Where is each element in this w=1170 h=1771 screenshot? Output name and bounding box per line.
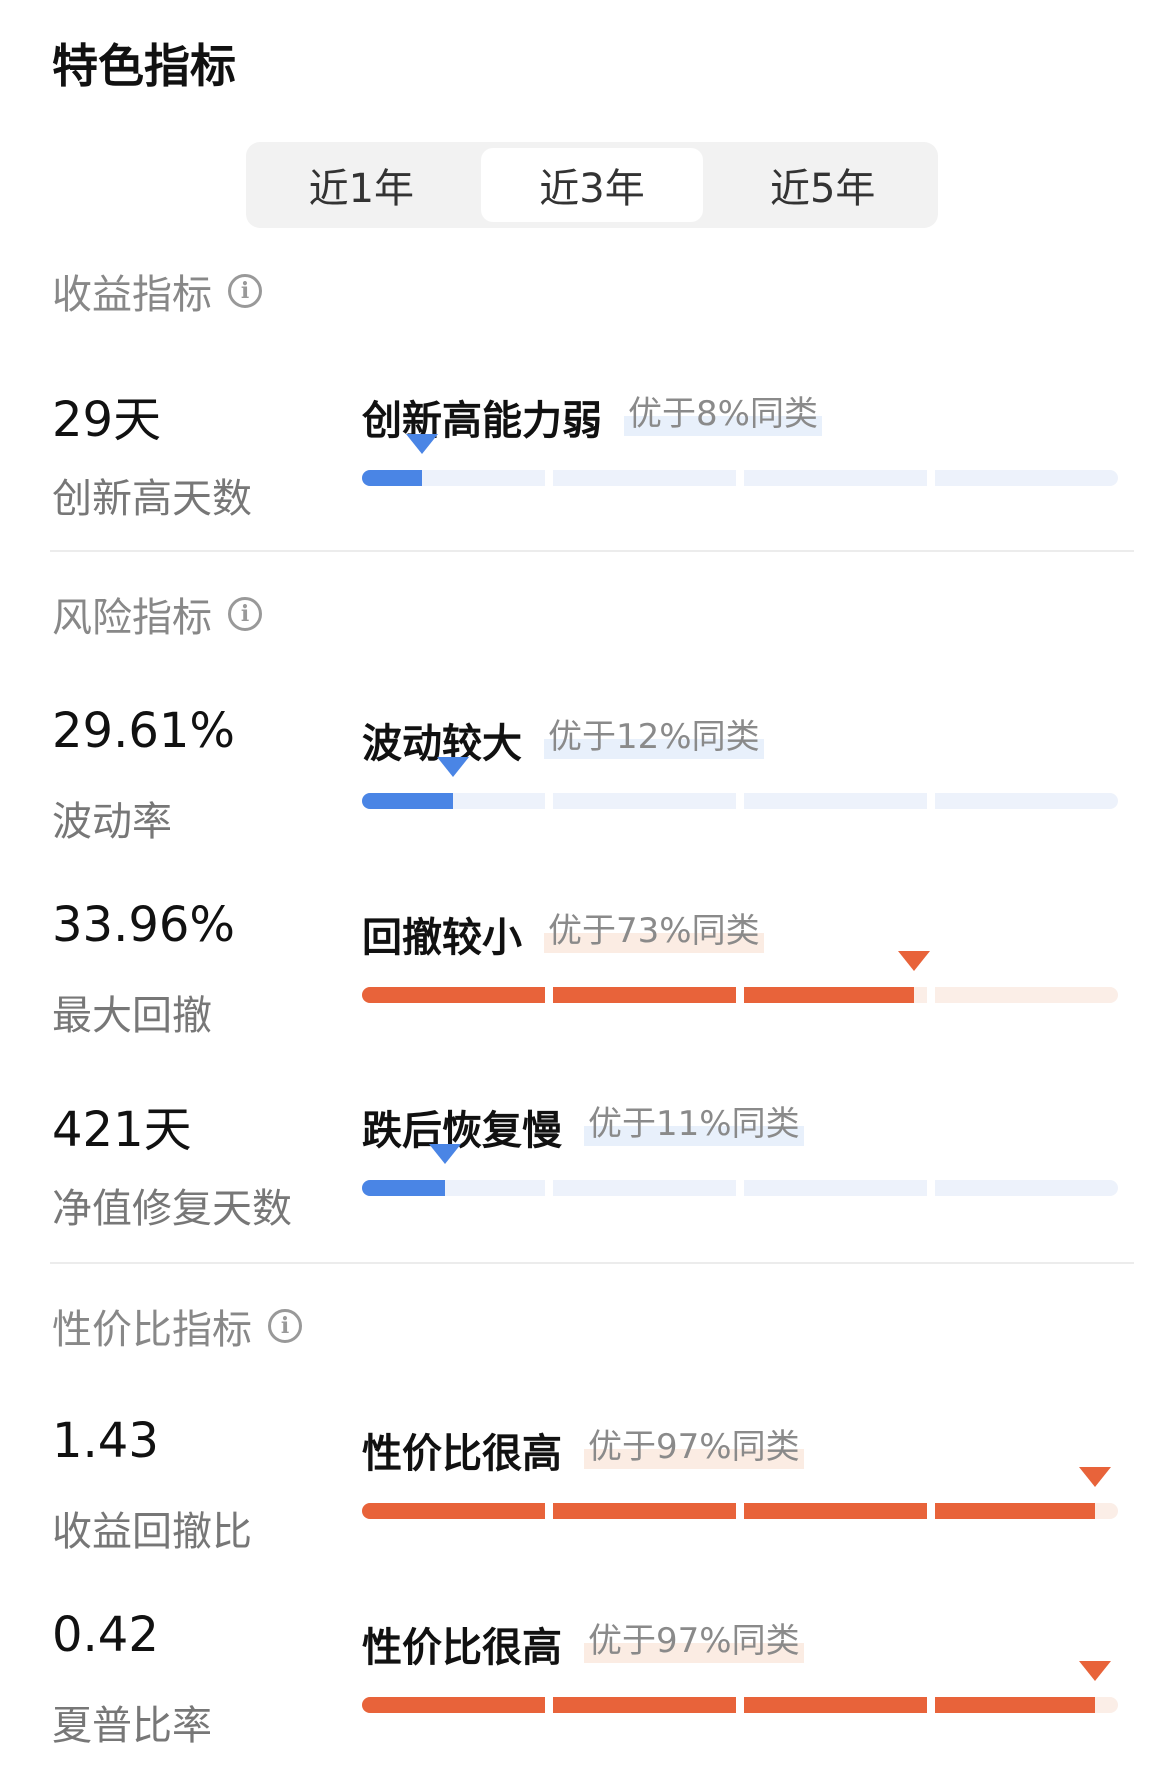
percentile-badge: 优于12%同类: [544, 715, 764, 759]
tab-5-year[interactable]: 近5年: [711, 148, 934, 222]
bar-segment: [553, 793, 736, 809]
bar-fill: [744, 987, 914, 1003]
bar-segment: [744, 793, 927, 809]
metric-label: 收益回撤比: [52, 1509, 252, 1555]
metric-label: 波动率: [52, 799, 172, 845]
percentile-marker-icon: [436, 757, 469, 777]
bar-segment: [744, 1503, 927, 1519]
bar-segment: [362, 1697, 545, 1713]
section-title: 风险指标: [52, 595, 212, 641]
bar-fill: [553, 1697, 736, 1713]
bar-fill: [362, 987, 545, 1003]
bar-fill: [935, 1503, 1096, 1519]
metric-value: 1.43: [52, 1413, 159, 1469]
section-value-header: 性价比指标 i: [52, 1297, 302, 1355]
page-title: 特色指标: [52, 39, 236, 93]
info-icon[interactable]: i: [228, 597, 262, 631]
metric-row: 29.61% 波动率 波动较大 优于12%同类: [0, 703, 1170, 853]
metric-row: 29天 创新高天数 创新高能力弱 优于8%同类: [0, 380, 1170, 530]
metric-value: 29.61%: [52, 703, 236, 759]
percentile-bar: [362, 757, 1118, 809]
bar-segment: [935, 1697, 1118, 1713]
metric-value: 33.96%: [52, 897, 236, 953]
percentile-marker-icon: [1079, 1467, 1112, 1487]
percentile-marker-icon: [1079, 1661, 1112, 1681]
percentile-marker-icon: [897, 951, 930, 971]
divider: [50, 550, 1134, 552]
info-icon[interactable]: i: [268, 1309, 302, 1343]
tab-3-year[interactable]: 近3年: [480, 148, 704, 222]
bar-segment: [553, 1180, 736, 1196]
percentile-badge: 优于73%同类: [544, 909, 764, 953]
bar-segment: [935, 470, 1118, 486]
metric-label: 夏普比率: [52, 1703, 212, 1749]
divider: [50, 1262, 1134, 1264]
metric-value: 0.42: [52, 1607, 159, 1663]
metric-label: 净值修复天数: [52, 1186, 292, 1232]
bar-fill: [935, 1697, 1096, 1713]
metric-value: 29天: [52, 392, 162, 448]
bar-segment: [553, 470, 736, 486]
tab-1-year[interactable]: 近1年: [250, 148, 473, 222]
bar-fill: [744, 1697, 927, 1713]
bar-segment: [935, 793, 1118, 809]
bar-segment: [553, 1503, 736, 1519]
percentile-badge: 优于97%同类: [584, 1619, 804, 1663]
bar-segment: [362, 987, 545, 1003]
section-risk-header: 风险指标 i: [52, 585, 262, 643]
bar-segment: [744, 470, 927, 486]
bar-fill: [362, 1503, 545, 1519]
percentile-badge: 优于97%同类: [584, 1425, 804, 1469]
bar-segment: [362, 1180, 545, 1196]
section-title: 收益指标: [52, 272, 212, 318]
metric-description: 性价比很高: [362, 1431, 562, 1477]
percentile-marker-icon: [406, 434, 439, 454]
metric-row: 421天 净值修复天数 跌后恢复慢 优于11%同类: [0, 1090, 1170, 1240]
bar-segment: [362, 470, 545, 486]
metric-value: 421天: [52, 1102, 192, 1158]
metric-description: 跌后恢复慢: [362, 1108, 562, 1154]
info-icon[interactable]: i: [228, 274, 262, 308]
bar-fill: [362, 1697, 545, 1713]
bar-segment: [362, 793, 545, 809]
period-tabs: 近1年 近3年 近5年: [246, 142, 938, 228]
percentile-marker-icon: [429, 1144, 462, 1164]
bar-segment: [935, 1180, 1118, 1196]
section-return-header: 收益指标 i: [52, 262, 262, 320]
bar-segment: [744, 1697, 927, 1713]
bar-segment: [553, 987, 736, 1003]
metric-description: 创新高能力弱: [362, 398, 602, 444]
bar-segment: [744, 1180, 927, 1196]
percentile-bar: [362, 434, 1118, 486]
percentile-bar: [362, 1467, 1118, 1519]
percentile-bar: [362, 951, 1118, 1003]
bar-fill: [362, 1180, 446, 1196]
metric-description: 性价比很高: [362, 1625, 562, 1671]
bar-segment: [935, 1503, 1118, 1519]
bar-segment: [935, 987, 1118, 1003]
bar-fill: [362, 470, 423, 486]
percentile-bar: [362, 1661, 1118, 1713]
bar-fill: [362, 793, 453, 809]
percentile-bar: [362, 1144, 1118, 1196]
bar-segment: [362, 1503, 545, 1519]
percentile-badge: 优于8%同类: [624, 392, 822, 436]
metric-row: 0.42 夏普比率 性价比很高 优于97%同类: [0, 1607, 1170, 1757]
metric-label: 创新高天数: [52, 476, 252, 522]
metric-description: 回撤较小: [362, 915, 522, 961]
section-title: 性价比指标: [52, 1307, 252, 1353]
metric-label: 最大回撤: [52, 993, 212, 1039]
bar-fill: [553, 987, 736, 1003]
bar-fill: [744, 1503, 927, 1519]
bar-fill: [553, 1503, 736, 1519]
metric-row: 1.43 收益回撤比 性价比很高 优于97%同类: [0, 1413, 1170, 1563]
metric-row: 33.96% 最大回撤 回撤较小 优于73%同类: [0, 897, 1170, 1047]
bar-segment: [553, 1697, 736, 1713]
percentile-badge: 优于11%同类: [584, 1102, 804, 1146]
bar-segment: [744, 987, 927, 1003]
